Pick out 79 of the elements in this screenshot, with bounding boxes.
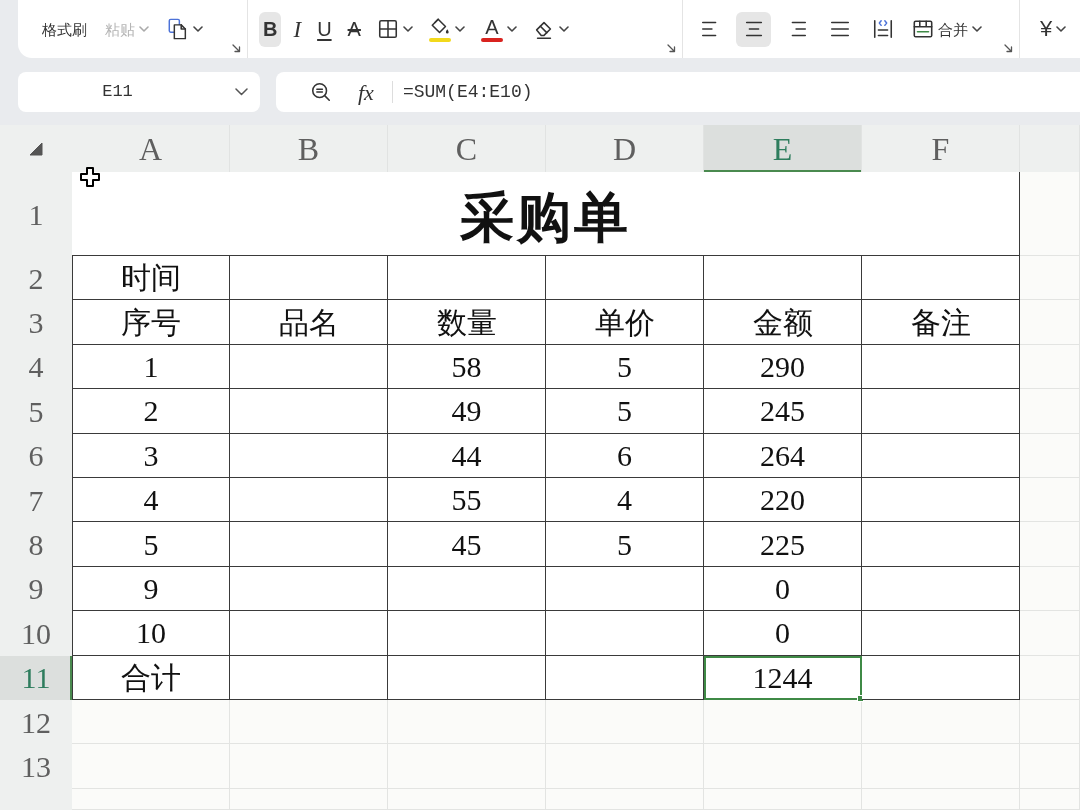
row-header[interactable]: 3	[0, 300, 72, 345]
table-cell: 45	[388, 522, 546, 567]
row-header[interactable]: 9	[0, 566, 72, 612]
launcher-arrow-icon[interactable]	[1004, 44, 1013, 53]
table-cell: 245	[704, 389, 862, 434]
row-header[interactable]: 10	[0, 611, 72, 656]
zoom-icon[interactable]	[310, 81, 332, 103]
cursor-icon	[80, 167, 100, 187]
table-cell: 合计	[72, 655, 230, 700]
format-painter-button[interactable]: 格式刷	[38, 11, 91, 47]
table-cell: 44	[388, 433, 546, 478]
table-cell: 264	[704, 433, 862, 478]
copy-icon	[167, 18, 189, 40]
strikethrough-button[interactable]: A	[343, 11, 365, 47]
row-header[interactable]: 7	[0, 477, 72, 523]
column-header[interactable]: F	[862, 125, 1020, 172]
align-center-button[interactable]	[736, 11, 771, 47]
row-header[interactable]: 13	[0, 744, 72, 789]
table-cell: 6	[546, 433, 704, 478]
table-cell: 220	[704, 477, 862, 523]
distribute-icon	[871, 18, 894, 40]
table-cell: 序号	[72, 300, 230, 345]
formula-field[interactable]: =SUM(E4:E10)	[402, 78, 533, 106]
table-cell: 58	[388, 344, 546, 390]
row-header[interactable]: 4	[0, 344, 72, 390]
column-header[interactable]: A	[72, 125, 230, 172]
table-cell: 金额	[704, 300, 862, 345]
table-cell: 1244	[704, 655, 862, 700]
row-header[interactable]: 12	[0, 699, 72, 745]
font-color-button[interactable]: A	[476, 11, 521, 47]
table-cell: 9	[72, 566, 230, 612]
name-box[interactable]: E11	[18, 72, 260, 112]
merge-cells-icon	[912, 18, 934, 40]
table-cell: 0	[704, 566, 862, 612]
column-header[interactable]: D	[546, 125, 704, 172]
row-header[interactable]: 2	[0, 256, 72, 301]
table-cell: 5	[546, 389, 704, 434]
launcher-arrow-icon[interactable]	[232, 44, 241, 53]
empty-cell	[1020, 699, 1080, 745]
row-header[interactable]: 1	[0, 172, 72, 256]
column-header[interactable]: B	[230, 125, 388, 172]
table-cell: 1	[72, 344, 230, 390]
italic-button[interactable]: I	[289, 11, 306, 47]
currency-button[interactable]: ¥	[1036, 11, 1071, 47]
function-button[interactable]: fx	[356, 75, 376, 109]
table-cell: 225	[704, 522, 862, 567]
table-cell: 0	[704, 611, 862, 656]
launcher-arrow-icon[interactable]	[667, 44, 676, 53]
table-cell: 数量	[388, 300, 546, 345]
table-cell: 5	[546, 522, 704, 567]
table-cell: 时间	[72, 256, 230, 301]
table-cell: 单价	[546, 300, 704, 345]
merged-title-cell: 采购单	[72, 172, 1020, 256]
empty-cell	[1020, 788, 1080, 810]
bold-button[interactable]: B	[259, 11, 282, 47]
table-cell: 10	[72, 611, 230, 656]
table-cell: 备注	[862, 300, 1020, 345]
table-cell: 5	[72, 522, 230, 567]
row-header[interactable]: 11	[0, 655, 72, 700]
table-cell: 品名	[230, 300, 388, 345]
empty-cell	[1020, 744, 1080, 789]
row-header[interactable]: 8	[0, 522, 72, 567]
row-header[interactable]: 5	[0, 389, 72, 434]
underline-button[interactable]: U	[313, 11, 336, 47]
row-header[interactable]: 6	[0, 433, 72, 478]
borders-icon	[376, 18, 399, 40]
table-cell: 4	[72, 477, 230, 523]
column-header[interactable]: E	[704, 125, 862, 172]
caret-icon	[235, 88, 248, 96]
table-cell: 2	[72, 389, 230, 434]
column-header[interactable]: C	[388, 125, 546, 172]
table-cell: 55	[388, 477, 546, 523]
table-cell: 49	[388, 389, 546, 434]
merge-button[interactable]: 合并	[908, 11, 986, 47]
table-cell: 4	[546, 477, 704, 523]
table-cell: 3	[72, 433, 230, 478]
corner-triangle-icon	[29, 141, 43, 156]
table-cell: 290	[704, 344, 862, 390]
table-cell: 5	[546, 344, 704, 390]
